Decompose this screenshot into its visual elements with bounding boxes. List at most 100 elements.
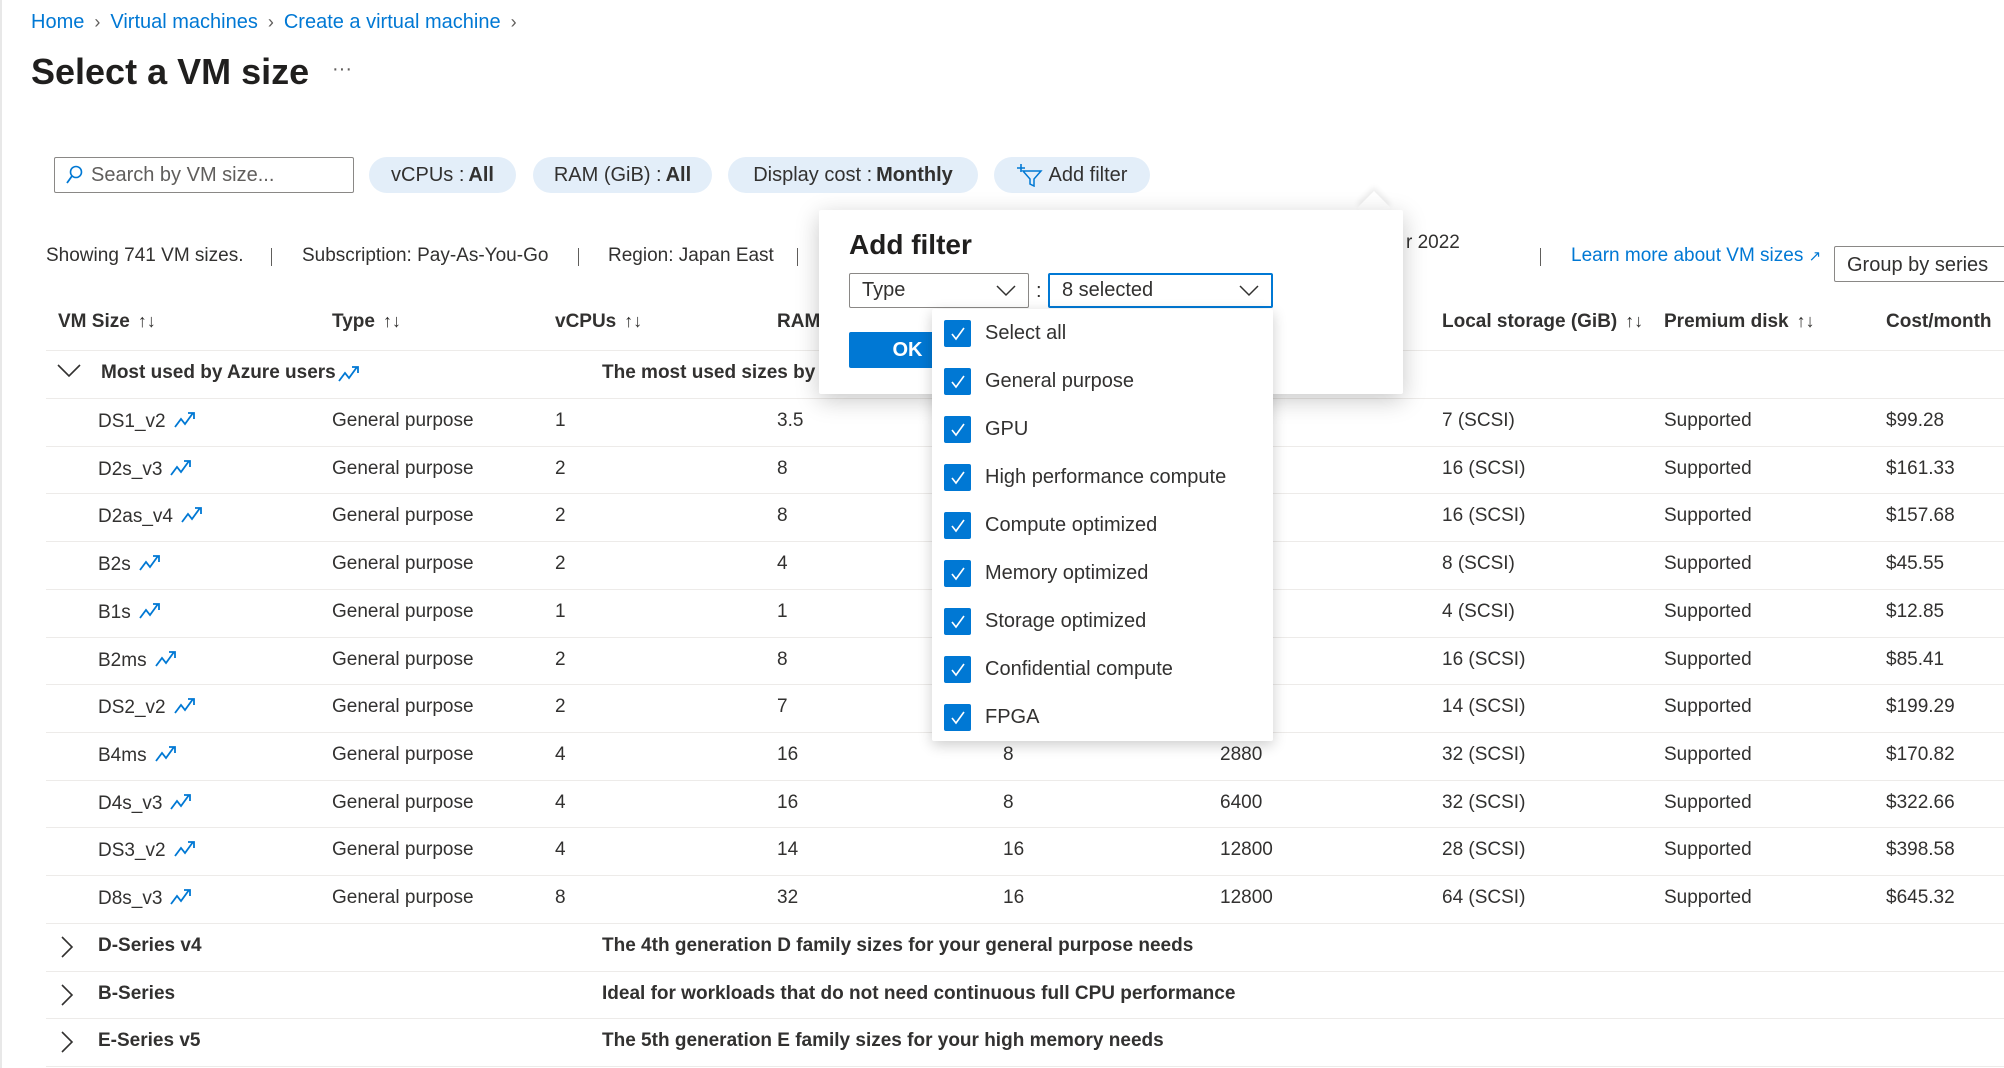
vm-size-link[interactable]: D2s_v3 [98, 458, 194, 482]
cell-premium: Supported [1664, 505, 1752, 527]
breadcrumb-home[interactable]: Home [31, 11, 84, 33]
header-label: Type [332, 311, 375, 332]
cell-storage: 8 (SCSI) [1442, 553, 1515, 575]
vm-size-link[interactable]: B1s [98, 601, 163, 625]
column-header-ram[interactable]: RAM [777, 311, 820, 333]
trending-icon [139, 553, 163, 577]
expand-series-button[interactable] [60, 1030, 74, 1060]
sort-icon: ↑↓ [1796, 311, 1815, 331]
vm-size-name: DS1_v2 [98, 411, 166, 433]
cell-type: General purpose [332, 505, 474, 527]
filter-field-dropdown[interactable]: Type [849, 273, 1029, 308]
chevron-down-icon [996, 284, 1016, 296]
collapse-group-button[interactable] [56, 360, 82, 386]
cell-storage: 16 (SCSI) [1442, 457, 1526, 479]
sort-icon: ↑↓ [1625, 311, 1644, 331]
vm-count: Showing 741 VM sizes. [46, 245, 244, 266]
pill-value: All [665, 163, 692, 186]
column-header-premium-disk[interactable]: Premium disk ↑↓ [1664, 311, 1815, 333]
vm-size-link[interactable]: DS3_v2 [98, 839, 198, 863]
cell-type: General purpose [332, 887, 474, 908]
trending-icon [154, 744, 179, 768]
checkbox-checked-icon[interactable] [944, 416, 971, 443]
expand-series-button[interactable] [60, 935, 74, 965]
trending-icon [338, 366, 359, 382]
vcpus-filter-pill[interactable]: vCPUs : All [369, 157, 516, 193]
page-title: Select a VM size [31, 51, 310, 92]
vm-size-link[interactable]: DS1_v2 [98, 410, 198, 434]
checkbox-checked-icon[interactable] [944, 464, 971, 491]
cell-cost: $99.28 [1886, 410, 1945, 431]
checkbox-checked-icon[interactable] [944, 704, 971, 731]
header-label: vCPUs [555, 311, 617, 332]
checkbox-checked-icon[interactable] [944, 368, 971, 395]
vm-size-link[interactable]: D4s_v3 [98, 792, 194, 816]
vm-size-link[interactable]: D8s_v3 [98, 887, 194, 911]
expand-series-button[interactable] [60, 983, 74, 1013]
search-input[interactable]: Search by VM size... [54, 157, 354, 193]
filter-option[interactable]: FPGA [944, 704, 1039, 731]
cell-ram: 8 [777, 457, 788, 479]
checkbox-checked-icon[interactable] [944, 512, 971, 539]
cell-iops: 2880 [1220, 743, 1263, 765]
chevron-right-icon [61, 983, 74, 1006]
cell-iops: 6400 [1220, 791, 1263, 813]
vm-size-link[interactable]: B2s [98, 553, 163, 577]
checkbox-checked-icon[interactable] [944, 656, 971, 683]
divider [797, 248, 798, 266]
subscription-info: Subscription: Pay-As-You-Go [302, 245, 549, 266]
filter-option[interactable]: Select all [944, 320, 1066, 347]
breadcrumb-virtual-machines[interactable]: Virtual machines [110, 11, 257, 33]
cell-vcpus: 8 [555, 887, 566, 908]
filter-value-dropdown[interactable]: 8 selected [1048, 273, 1273, 308]
vm-size-link[interactable]: D2as_v4 [98, 505, 205, 529]
vm-size-link[interactable]: B4ms [98, 744, 179, 768]
column-header-type[interactable]: Type ↑↓ [332, 311, 401, 333]
cell-vcpus: 2 [555, 457, 566, 479]
vm-size-link[interactable]: B2ms [98, 649, 179, 673]
option-label: Select all [985, 322, 1067, 344]
checkbox-checked-icon[interactable] [944, 320, 971, 347]
filter-option[interactable]: Confidential compute [944, 656, 1173, 683]
cell-data-disks: 16 [1003, 887, 1025, 908]
column-header-cost[interactable]: Cost/month [1886, 311, 1992, 333]
cell-type: General purpose [332, 839, 474, 861]
option-label: GPU [985, 418, 1029, 440]
group-by-dropdown[interactable]: Group by series [1834, 246, 2004, 282]
cell-storage: 4 (SCSI) [1442, 600, 1515, 622]
cell-cost: $199.29 [1886, 696, 1955, 718]
vm-size-link[interactable]: DS2_v2 [98, 696, 198, 720]
cell-ram: 16 [777, 743, 799, 765]
filter-option[interactable]: Memory optimized [944, 560, 1148, 587]
checkbox-checked-icon[interactable] [944, 608, 971, 635]
display-cost-pill[interactable]: Display cost : Monthly [728, 157, 978, 193]
vm-size-name: B4ms [98, 744, 147, 766]
column-header-local-storage[interactable]: Local storage (GiB) ↑↓ [1442, 311, 1643, 333]
filter-option[interactable]: GPU [944, 416, 1028, 443]
series-name: D-Series v4 [98, 935, 202, 956]
vm-size-name: DS3_v2 [98, 840, 166, 862]
trending-icon [154, 649, 179, 673]
column-header-vm-size[interactable]: VM Size ↑↓ [58, 311, 156, 333]
cell-storage: 28 (SCSI) [1442, 839, 1526, 861]
cell-cost: $170.82 [1886, 743, 1955, 765]
breadcrumb-create-vm[interactable]: Create a virtual machine [284, 11, 501, 33]
filter-option[interactable]: Storage optimized [944, 608, 1146, 635]
series-name: B-Series [98, 982, 176, 1004]
filter-option[interactable]: Compute optimized [944, 512, 1157, 539]
column-header-vcpus[interactable]: vCPUs ↑↓ [555, 311, 642, 333]
pill-value: All [468, 163, 494, 186]
filter-option[interactable]: High performance compute [944, 464, 1226, 491]
pill-value: Monthly [876, 163, 953, 186]
sort-icon: ↑↓ [382, 311, 401, 331]
filter-option[interactable]: General purpose [944, 368, 1134, 395]
cell-vcpus: 2 [555, 696, 566, 718]
cell-data-disks: 16 [1003, 839, 1025, 861]
learn-more-link[interactable]: Learn more about VM sizes ↗ [1571, 245, 1821, 267]
cell-type: General purpose [332, 410, 474, 431]
add-filter-button[interactable]: Add filter [994, 157, 1150, 193]
ram-filter-pill[interactable]: RAM (GiB) : All [533, 157, 712, 193]
checkbox-checked-icon[interactable] [944, 560, 971, 587]
cell-ram: 16 [777, 791, 799, 813]
more-options-button[interactable]: ··· [332, 58, 352, 81]
